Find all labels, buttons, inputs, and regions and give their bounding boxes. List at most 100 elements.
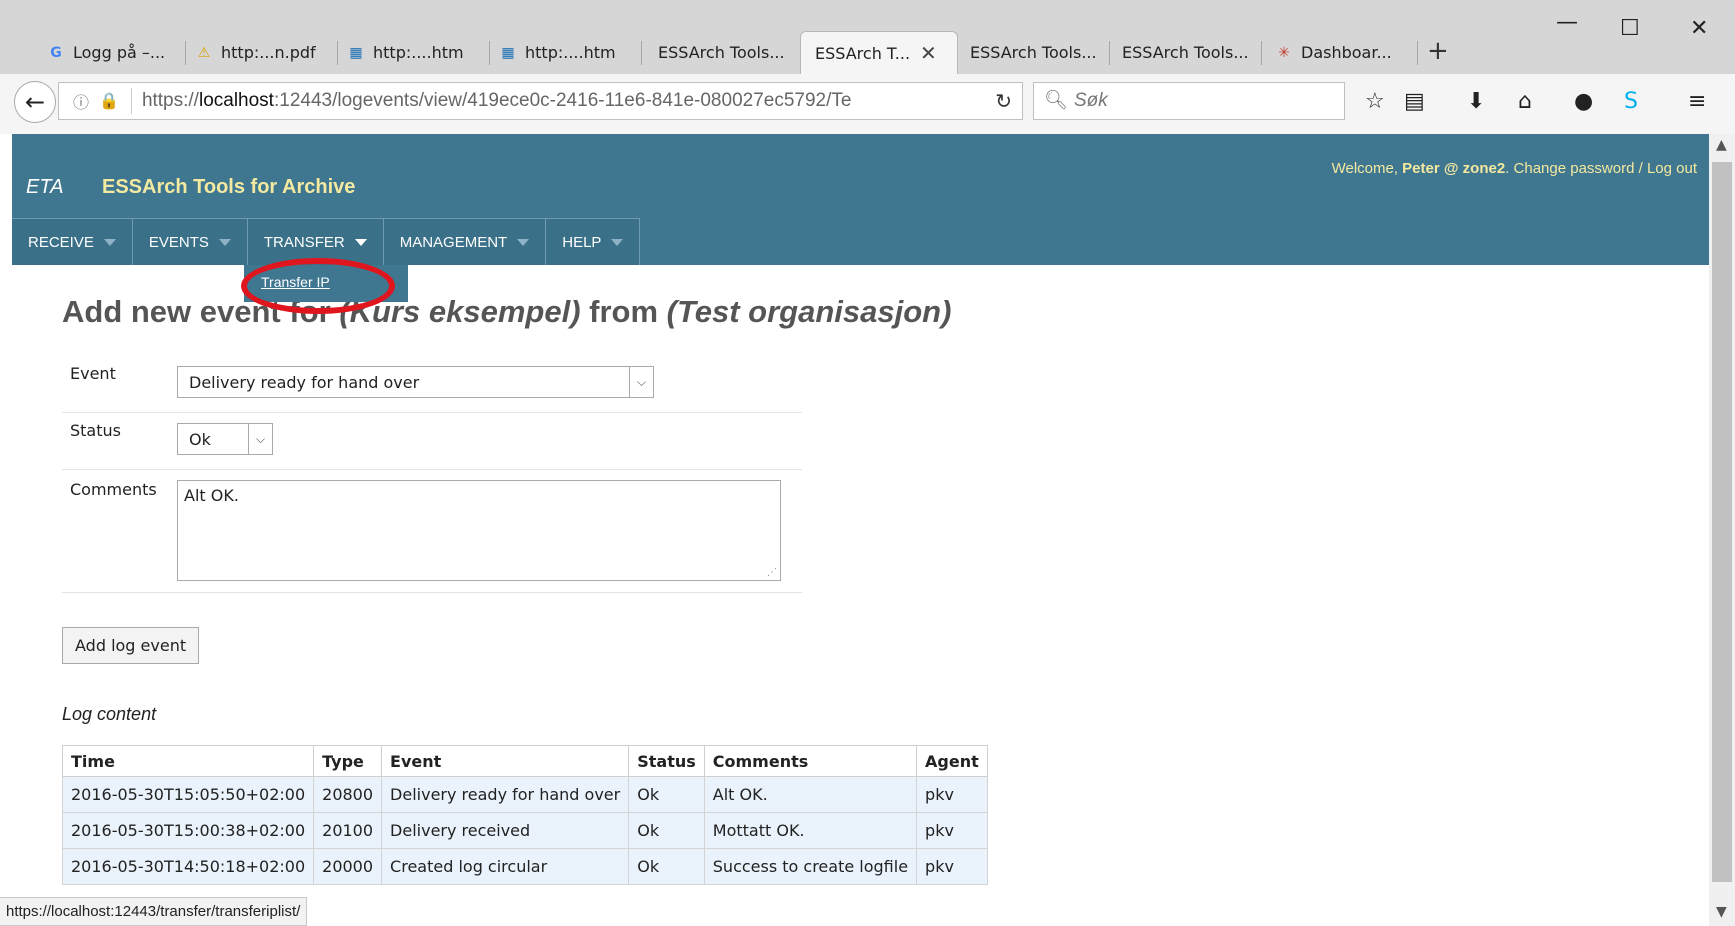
cell-status: Ok	[628, 848, 705, 885]
menu-help[interactable]: HELP	[546, 218, 641, 265]
skype-icon[interactable]: S	[1624, 89, 1638, 114]
url-host: localhost	[198, 90, 274, 111]
comments-textarea[interactable]: Alt OK. ⋰	[177, 480, 781, 581]
search-placeholder: Søk	[1074, 90, 1108, 111]
scroll-up-icon[interactable]: ▲	[1716, 137, 1727, 153]
menu-management[interactable]: MANAGEMENT	[383, 218, 547, 265]
welcome-text: Welcome, Peter @ zone2. Change password …	[1332, 160, 1697, 177]
chevron-down-icon	[354, 238, 367, 246]
chevron-down-icon: ⌵	[629, 367, 653, 397]
cell-agent: pkv	[916, 776, 988, 813]
cell-status: Ok	[628, 776, 705, 813]
brand-name[interactable]: ESSArch Tools for Archive	[102, 176, 355, 199]
browser-tab[interactable]: ✳ Dashboar...	[1266, 31, 1418, 74]
welcome-prefix: Welcome,	[1331, 160, 1403, 177]
reading-list-icon[interactable]: ▤	[1404, 89, 1425, 114]
browser-tab[interactable]: ▦ http:....htm	[490, 31, 642, 74]
url-path: :12443/logevents/view/419ece0c-2416-11e6…	[273, 90, 852, 111]
lock-icon: 🔒	[99, 93, 119, 110]
url-scheme: https://	[141, 90, 199, 111]
info-icon[interactable]: ⓘ	[73, 89, 89, 113]
brand-short[interactable]: ETA	[26, 176, 63, 199]
menu-events[interactable]: EVENTS	[132, 218, 248, 265]
table-row: 2016-05-30T14:50:18+02:00 20000 Created …	[61, 848, 988, 885]
event-value: Delivery ready for hand over	[189, 373, 420, 392]
back-arrow-icon[interactable]: ←	[14, 81, 56, 123]
hamburger-menu-icon[interactable]: ≡	[1688, 89, 1706, 114]
browser-tab[interactable]: ESSArch Tools...	[650, 31, 800, 74]
column-header: Comments	[703, 745, 918, 777]
table-header-row: Time Type Event Status Comments Agent	[61, 745, 988, 777]
download-icon[interactable]: ⬇	[1467, 89, 1485, 114]
status-value: Ok	[189, 430, 211, 449]
cisco-icon: ▦	[349, 44, 363, 61]
title-org: (Test organisasjon)	[666, 294, 952, 329]
new-tab-icon[interactable]: +	[1427, 36, 1449, 66]
cell-event: Created log circular	[381, 848, 630, 885]
highlight-annotation	[241, 258, 395, 314]
reload-icon[interactable]: ↻	[995, 89, 1012, 114]
event-label: Event	[70, 364, 116, 383]
browser-tab-active[interactable]: ESSArch T... ✕	[800, 31, 958, 74]
welcome-user: Peter @ zone2	[1402, 160, 1506, 177]
cisco-icon: ▦	[501, 44, 515, 61]
search-input[interactable]: 🔍︎ Søk	[1033, 82, 1345, 120]
close-icon[interactable]: ✕	[920, 41, 937, 65]
browser-tab-strip: G Logg på –... ⚠ http:...n.pdf ▦ http:..…	[0, 0, 1735, 74]
status-select[interactable]: Ok ⌵	[177, 423, 273, 455]
event-row: Event Delivery ready for hand over ⌵	[62, 356, 802, 413]
cell-status: Ok	[628, 812, 705, 849]
cell-type: 20800	[313, 776, 383, 813]
tab-label: http:....htm	[373, 43, 464, 62]
link-separator: /	[1634, 160, 1647, 177]
menu-management-label: MANAGEMENT	[399, 233, 508, 251]
scroll-down-icon[interactable]: ▼	[1716, 904, 1727, 920]
chevron-down-icon	[218, 238, 231, 246]
tab-label: Logg på –...	[73, 43, 166, 62]
cell-time: 2016-05-30T15:05:50+02:00	[61, 776, 315, 813]
tab-label: Dashboar...	[1301, 43, 1392, 62]
status-bar-url: https://localhost:12443/transfer/transfe…	[0, 897, 308, 926]
menu-receive-label: RECEIVE	[28, 233, 94, 251]
bookmark-star-icon[interactable]: ☆	[1365, 89, 1385, 114]
chevron-down-icon: ⌵	[248, 424, 272, 454]
tab-label: ESSArch Tools...	[658, 43, 785, 62]
browser-tab[interactable]: G Logg på –...	[38, 31, 186, 74]
log-table: Time Type Event Status Comments Agent 20…	[61, 745, 988, 885]
minimize-icon[interactable]: —	[1556, 10, 1578, 35]
page-title: Add new event for (Kurs eksempel) from (…	[62, 294, 951, 330]
logout-link[interactable]: Log out	[1647, 160, 1697, 177]
chat-icon[interactable]: ●	[1574, 89, 1593, 114]
change-password-link[interactable]: Change password	[1514, 160, 1635, 177]
url-bar[interactable]: ⓘ 🔒 https://localhost:12443/logevents/vi…	[58, 82, 1023, 120]
status-row: Status Ok ⌵	[62, 413, 802, 470]
maximize-icon[interactable]: ☐	[1620, 16, 1640, 41]
cell-comments: Alt OK.	[703, 776, 918, 813]
cell-agent: pkv	[916, 812, 988, 849]
vertical-scrollbar[interactable]: ▲ ▼	[1709, 134, 1735, 926]
menu-help-label: HELP	[562, 233, 602, 251]
window-close-icon[interactable]: ✕	[1690, 16, 1708, 41]
menu-receive[interactable]: RECEIVE	[12, 218, 133, 265]
cell-type: 20100	[313, 812, 383, 849]
scrollbar-thumb[interactable]	[1712, 162, 1732, 882]
table-row: 2016-05-30T15:00:38+02:00 20100 Delivery…	[61, 812, 988, 849]
dashboard-icon: ✳	[1278, 44, 1290, 61]
browser-tab[interactable]: ▦ http:....htm	[338, 31, 490, 74]
tab-label: ESSArch Tools...	[970, 43, 1097, 62]
resize-grip-icon[interactable]: ⋰	[767, 567, 777, 578]
tab-label: http:....htm	[525, 43, 616, 62]
browser-tab[interactable]: ESSArch Tools...	[962, 31, 1110, 74]
welcome-sep: .	[1505, 160, 1514, 177]
search-icon: 🔍︎	[1044, 90, 1069, 111]
home-icon[interactable]: ⌂	[1518, 89, 1532, 114]
status-label: Status	[70, 421, 121, 440]
event-select[interactable]: Delivery ready for hand over ⌵	[177, 366, 654, 398]
tab-label: ESSArch Tools...	[1122, 43, 1249, 62]
browser-tab[interactable]: ⚠ http:...n.pdf	[186, 31, 338, 74]
browser-tab[interactable]: ESSArch Tools...	[1114, 31, 1262, 74]
add-log-event-button[interactable]: Add log event	[62, 627, 200, 664]
warning-icon: ⚠	[197, 44, 211, 61]
column-header: Status	[628, 745, 705, 777]
chevron-down-icon	[611, 238, 624, 246]
